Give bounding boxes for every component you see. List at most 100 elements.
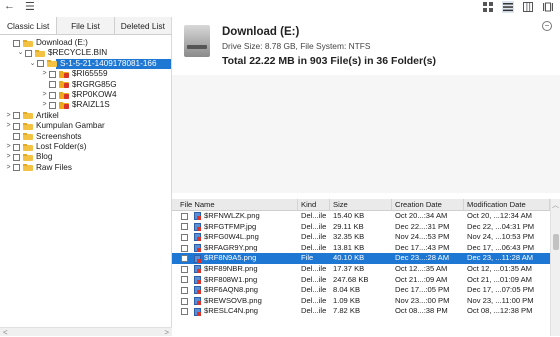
row-checkbox[interactable]: [181, 212, 188, 220]
tree-node[interactable]: ⌄ $RECYCLE.BIN: [0, 48, 171, 58]
tree-node[interactable]: > Lost Folder(s): [0, 142, 171, 152]
tree-checkbox[interactable]: [13, 122, 20, 130]
row-checkbox[interactable]: [181, 276, 188, 284]
tab-deleted-list[interactable]: Deleted List: [114, 17, 171, 34]
grid-view-icon[interactable]: [482, 1, 494, 13]
row-checkbox[interactable]: [181, 255, 188, 263]
chevron-right-icon[interactable]: >: [40, 69, 49, 79]
column-header-creation-date[interactable]: Creation Date: [392, 199, 464, 210]
collapse-icon[interactable]: −: [542, 21, 552, 31]
preview-area: [172, 75, 560, 193]
tree-node[interactable]: > Raw Files: [0, 163, 171, 173]
column-header-size[interactable]: Size: [330, 199, 392, 210]
tree-node[interactable]: > $RI65559: [0, 69, 171, 79]
tree-checkbox[interactable]: [13, 133, 20, 141]
chevron-right-icon[interactable]: >: [40, 100, 49, 110]
folder-tree: Download (E:) ⌄ $RECYCLE.BIN ⌄ S-1-5-21-1409…: [0, 35, 171, 173]
table-row[interactable]: $RF6AQN8.png Del...ile 8.04 KB Dec 17...:05…: [172, 285, 550, 296]
table-row[interactable]: $RF808W1.png Del...ile 247.68 KB Oct 21...:…: [172, 275, 550, 286]
chevron-down-icon[interactable]: ⌄: [16, 48, 25, 58]
deleted-mark-icon: [197, 301, 201, 306]
tree-checkbox[interactable]: [13, 153, 20, 161]
hamburger-menu-icon[interactable]: ☰: [25, 0, 35, 13]
row-checkbox[interactable]: [181, 308, 188, 316]
deleted-mark-icon: [197, 258, 201, 263]
drive-info: Drive Size: 8.78 GB, File System: NTFS: [222, 41, 371, 51]
chevron-right-icon[interactable]: >: [4, 152, 13, 162]
table-row[interactable]: $RFG0W4L.png Del...ile 32.35 KB Nov 24...:5…: [172, 232, 550, 243]
scroll-up-icon[interactable]: ︿: [552, 200, 559, 210]
file-size: 29.11 KB: [333, 221, 364, 231]
folder-icon: [23, 39, 33, 47]
file-name: $RFGTFMP.jpg: [204, 221, 257, 231]
tree-checkbox[interactable]: [49, 70, 56, 78]
row-checkbox[interactable]: [181, 223, 188, 231]
modification-date: Oct 08, ...12:38 PM: [467, 306, 533, 316]
tree-node[interactable]: $RGRG85G: [0, 80, 171, 90]
chevron-right-icon[interactable]: >: [4, 121, 13, 131]
chevron-right-icon[interactable]: >: [4, 111, 13, 121]
file-size: 17.37 KB: [333, 263, 365, 273]
creation-date: Dec 17...:05 PM: [395, 285, 450, 295]
folder-icon: [23, 122, 33, 130]
scrollbar-thumb[interactable]: [553, 234, 559, 250]
row-checkbox[interactable]: [181, 286, 188, 294]
left-horizontal-scrollbar[interactable]: < >: [0, 327, 172, 337]
tree-checkbox[interactable]: [37, 60, 44, 68]
row-checkbox[interactable]: [181, 265, 188, 273]
file-size: 7.82 KB: [333, 306, 361, 316]
tree-checkbox[interactable]: [49, 102, 56, 110]
file-name-cell: $REWSOVB.png: [172, 296, 298, 307]
tree-node[interactable]: Screenshots: [0, 132, 171, 142]
row-checkbox[interactable]: [181, 297, 188, 305]
file-name: $RF6AQN8.png: [204, 285, 259, 295]
file-name: $RF808W1.png: [204, 274, 258, 284]
modification-date: Dec 17, ...07:05 PM: [467, 285, 535, 295]
tree-node[interactable]: > Blog: [0, 152, 171, 162]
list-view-icon[interactable]: [502, 1, 514, 13]
tree-checkbox[interactable]: [13, 112, 20, 120]
tree-node[interactable]: Download (E:): [0, 38, 171, 48]
table-vertical-scrollbar[interactable]: ︿: [550, 199, 560, 336]
file-name-cell: $RFNWLZK.png: [172, 211, 298, 222]
file-size: 8.04 KB: [333, 285, 361, 295]
column-header-file-name[interactable]: File Name: [172, 199, 298, 210]
chevron-right-icon[interactable]: >: [4, 163, 13, 173]
tab-classic-list[interactable]: Classic List: [0, 17, 58, 34]
column-header-modification-date[interactable]: Modification Date: [464, 199, 550, 210]
table-row[interactable]: $RFNWLZK.png Del...ile 15.40 KB Oct 20...:3…: [172, 211, 550, 222]
column-header-kind[interactable]: Kind: [298, 199, 330, 210]
table-row[interactable]: $RFGTFMP.jpg Del...ile 29.11 KB Dec 22...:3…: [172, 222, 550, 233]
tree-checkbox[interactable]: [13, 39, 20, 47]
tree-node[interactable]: > Artikel: [0, 111, 171, 121]
chevron-down-icon[interactable]: ⌄: [28, 59, 37, 69]
table-row[interactable]: $RF8N9A5.png File 40.10 KB Dec 23...:28 AM D…: [172, 253, 550, 264]
table-body: $RFNWLZK.png Del...ile 15.40 KB Oct 20...:3…: [172, 211, 550, 317]
table-row[interactable]: $REWSOVB.png Del...ile 1.09 KB Nov 23...:00…: [172, 296, 550, 307]
file-kind: Del...ile: [301, 242, 327, 252]
table-row[interactable]: $RESLC4N.png Del...ile 7.82 KB Oct 08...:38…: [172, 306, 550, 317]
tree-checkbox[interactable]: [25, 50, 32, 58]
row-checkbox[interactable]: [181, 244, 188, 252]
image-file-icon: [194, 307, 201, 316]
tree-node[interactable]: > Kumpulan Gambar: [0, 121, 171, 131]
chevron-right-icon[interactable]: >: [4, 142, 13, 152]
tree-node[interactable]: ⌄ S-1-5-21-1409178081-166: [0, 58, 171, 70]
tree-checkbox[interactable]: [49, 81, 56, 89]
tree-checkbox[interactable]: [49, 91, 56, 99]
chevron-right-icon[interactable]: >: [40, 90, 49, 100]
modification-date: Oct 12, ...01:35 AM: [467, 263, 533, 273]
detail-view-icon[interactable]: [542, 1, 554, 13]
table-row[interactable]: $RF89NBR.png Del...ile 17.37 KB Oct 12...:3…: [172, 264, 550, 275]
tree-checkbox[interactable]: [13, 164, 20, 172]
tree-node[interactable]: > $RAIZL1S: [0, 100, 171, 110]
tree-node[interactable]: > $RP0KOW4: [0, 90, 171, 100]
row-checkbox[interactable]: [181, 233, 188, 241]
back-arrow-icon[interactable]: ←: [4, 0, 15, 13]
tree-checkbox[interactable]: [13, 143, 20, 151]
tab-file-list[interactable]: File List: [57, 17, 115, 34]
file-name-cell: $RF8N9A5.png: [172, 253, 298, 264]
table-row[interactable]: $RFAGR9Y.png Del...ile 13.81 KB Dec 17...:4…: [172, 243, 550, 254]
tree-node-label: Kumpulan Gambar: [36, 121, 105, 131]
columns-view-icon[interactable]: [522, 1, 534, 13]
